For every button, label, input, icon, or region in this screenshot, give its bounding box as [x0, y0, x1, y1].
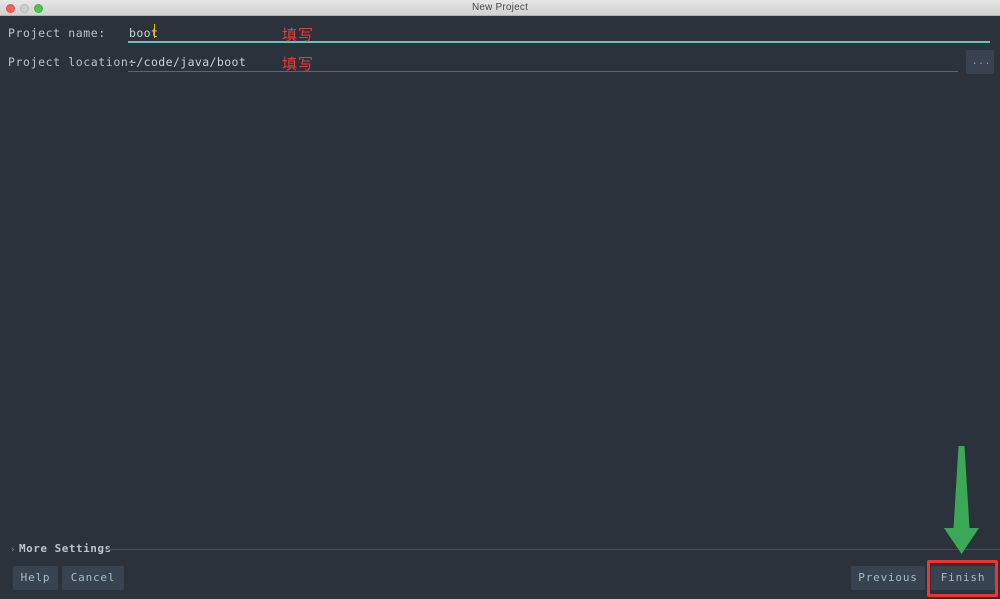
annotation-fill-in-name: 填写	[282, 26, 315, 44]
browse-folder-button[interactable]: ...	[966, 50, 994, 74]
more-settings-section[interactable]: › More Settings	[0, 541, 1000, 559]
new-project-dialog: New Project Project name: boot 填写 Projec…	[0, 0, 1000, 599]
project-name-label: Project name:	[8, 26, 106, 40]
project-location-input[interactable]: ~/code/java/boot	[129, 55, 246, 69]
more-settings-label: More Settings	[19, 542, 112, 555]
annotation-arrow-down-icon	[944, 446, 979, 554]
finish-button[interactable]: Finish	[931, 566, 995, 590]
help-button[interactable]: Help	[13, 566, 58, 590]
window-titlebar: New Project	[0, 0, 1000, 16]
section-divider	[107, 549, 1000, 550]
text-caret	[154, 24, 155, 38]
previous-button[interactable]: Previous	[851, 566, 925, 590]
dialog-body: Project name: boot 填写 Project location: …	[0, 16, 1000, 599]
project-location-underline	[128, 71, 958, 72]
cancel-button[interactable]: Cancel	[62, 566, 124, 590]
chevron-right-icon: ›	[10, 545, 16, 555]
window-title: New Project	[471, 2, 529, 13]
project-name-underline	[128, 41, 990, 43]
annotation-fill-in-location: 填写	[282, 55, 315, 73]
project-location-label: Project location:	[8, 55, 136, 69]
